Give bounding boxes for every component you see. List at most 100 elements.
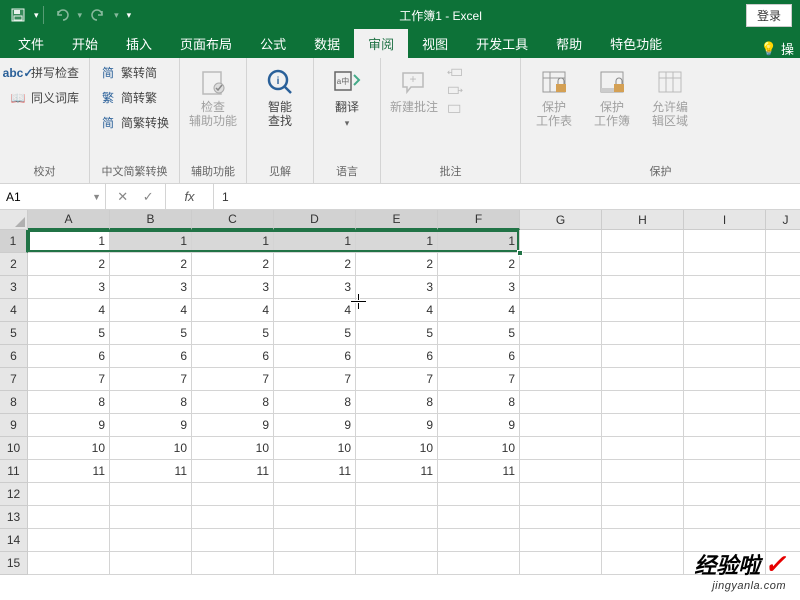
cell[interactable]: 3: [28, 276, 110, 299]
save-button[interactable]: [4, 3, 32, 27]
cell[interactable]: [602, 276, 684, 299]
cell[interactable]: [28, 506, 110, 529]
redo-button[interactable]: [84, 3, 112, 27]
cell[interactable]: 2: [110, 253, 192, 276]
cell[interactable]: 1: [28, 230, 110, 253]
tab-5[interactable]: 审阅: [354, 29, 408, 58]
cell[interactable]: 11: [356, 460, 438, 483]
cell[interactable]: [110, 483, 192, 506]
tab-8[interactable]: 帮助: [542, 29, 596, 58]
enter-icon[interactable]: ✓: [143, 189, 154, 205]
cell[interactable]: [766, 299, 800, 322]
cell[interactable]: [684, 437, 766, 460]
cell[interactable]: [602, 506, 684, 529]
cell[interactable]: 10: [274, 437, 356, 460]
cell[interactable]: [602, 552, 684, 575]
row-header-3[interactable]: 3: [0, 276, 28, 299]
row-header-1[interactable]: 1: [0, 230, 28, 253]
col-header-F[interactable]: F: [438, 210, 520, 230]
tab-file[interactable]: 文件: [4, 29, 58, 58]
cell[interactable]: [766, 483, 800, 506]
cell[interactable]: [766, 230, 800, 253]
cell[interactable]: 1: [192, 230, 274, 253]
smart-lookup-button[interactable]: i 智能查找: [255, 62, 305, 129]
col-header-D[interactable]: D: [274, 210, 356, 230]
cell[interactable]: 1: [438, 230, 520, 253]
cell[interactable]: [520, 299, 602, 322]
cell[interactable]: 3: [438, 276, 520, 299]
row-header-7[interactable]: 7: [0, 368, 28, 391]
cell[interactable]: [602, 368, 684, 391]
cell[interactable]: 11: [28, 460, 110, 483]
cell[interactable]: [520, 276, 602, 299]
cell[interactable]: 11: [438, 460, 520, 483]
cell[interactable]: 4: [110, 299, 192, 322]
login-button[interactable]: 登录: [746, 4, 792, 27]
cell[interactable]: [274, 483, 356, 506]
cell[interactable]: [192, 529, 274, 552]
cell[interactable]: [766, 253, 800, 276]
cell[interactable]: 9: [192, 414, 274, 437]
cell[interactable]: [520, 483, 602, 506]
tab-9[interactable]: 特色功能: [596, 29, 676, 58]
cell[interactable]: [602, 299, 684, 322]
col-header-H[interactable]: H: [602, 210, 684, 230]
cell[interactable]: 10: [356, 437, 438, 460]
cell[interactable]: 7: [192, 368, 274, 391]
cell[interactable]: [602, 460, 684, 483]
cell[interactable]: 9: [356, 414, 438, 437]
col-header-C[interactable]: C: [192, 210, 274, 230]
cell[interactable]: 8: [438, 391, 520, 414]
cell[interactable]: 5: [438, 322, 520, 345]
translate-button[interactable]: a中 翻译 ▾: [322, 62, 372, 129]
cell[interactable]: [438, 552, 520, 575]
cell[interactable]: 4: [356, 299, 438, 322]
cell[interactable]: [520, 414, 602, 437]
cell[interactable]: [356, 552, 438, 575]
cell[interactable]: 8: [28, 391, 110, 414]
cell[interactable]: [438, 483, 520, 506]
cell[interactable]: 4: [28, 299, 110, 322]
cell[interactable]: 11: [110, 460, 192, 483]
tab-4[interactable]: 数据: [300, 29, 354, 58]
cell[interactable]: [520, 253, 602, 276]
cell[interactable]: [110, 506, 192, 529]
cell[interactable]: [766, 506, 800, 529]
cell[interactable]: [766, 437, 800, 460]
cell[interactable]: [766, 368, 800, 391]
cell[interactable]: [274, 529, 356, 552]
redo-dropdown-icon[interactable]: ▾: [114, 10, 119, 21]
cell[interactable]: 6: [192, 345, 274, 368]
cell[interactable]: [438, 506, 520, 529]
t2s-button[interactable]: 简 繁转简: [98, 62, 171, 83]
cell[interactable]: 11: [192, 460, 274, 483]
tab-2[interactable]: 页面布局: [166, 29, 246, 58]
col-header-G[interactable]: G: [520, 210, 602, 230]
cell[interactable]: [192, 483, 274, 506]
cell[interactable]: 2: [274, 253, 356, 276]
cell[interactable]: [520, 437, 602, 460]
cell[interactable]: [684, 414, 766, 437]
cell[interactable]: [520, 230, 602, 253]
cell[interactable]: 1: [274, 230, 356, 253]
cell[interactable]: 8: [110, 391, 192, 414]
row-header-11[interactable]: 11: [0, 460, 28, 483]
cell[interactable]: 10: [438, 437, 520, 460]
cell[interactable]: [356, 483, 438, 506]
col-header-I[interactable]: I: [684, 210, 766, 230]
cell[interactable]: [602, 253, 684, 276]
cell[interactable]: 10: [28, 437, 110, 460]
cell[interactable]: 2: [438, 253, 520, 276]
qat-dropdown-icon[interactable]: ▾: [34, 10, 39, 21]
cell[interactable]: [520, 460, 602, 483]
cell[interactable]: 6: [110, 345, 192, 368]
cell[interactable]: [356, 506, 438, 529]
fx-icon[interactable]: fx: [166, 184, 214, 209]
select-all-corner[interactable]: [0, 210, 28, 230]
cell[interactable]: [520, 529, 602, 552]
cell[interactable]: 7: [356, 368, 438, 391]
cell[interactable]: [766, 322, 800, 345]
tab-6[interactable]: 视图: [408, 29, 462, 58]
cell[interactable]: [684, 391, 766, 414]
col-header-A[interactable]: A: [28, 210, 110, 230]
